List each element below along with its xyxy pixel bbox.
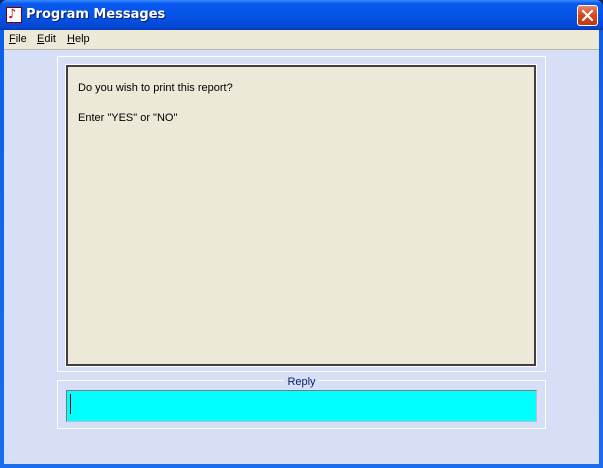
client-area: File Edit Help Do you wish to print this… [4, 30, 599, 464]
reply-label-text: Reply [284, 376, 319, 388]
menu-edit-rest: dit [44, 33, 56, 45]
reply-frame: Reply [57, 376, 546, 429]
reply-label: Reply [58, 376, 545, 388]
message-line-1: Do you wish to print this report? [78, 82, 233, 94]
menu-file[interactable]: File [9, 33, 27, 45]
menu-bar: File Edit Help [4, 30, 599, 50]
message-line-2: Enter "YES" or "NO" [78, 112, 178, 124]
message-box: Do you wish to print this report? Enter … [65, 64, 537, 367]
program-messages-window: ♪ Program Messages File Edit Help Do you… [0, 0, 603, 468]
menu-help-rest: elp [74, 33, 90, 45]
message-frame: Do you wish to print this report? Enter … [57, 56, 546, 372]
text-caret [70, 394, 71, 414]
reply-input[interactable] [66, 390, 537, 422]
menu-file-rest: ile [15, 33, 27, 45]
title-bar[interactable]: ♪ Program Messages [0, 0, 603, 30]
app-icon[interactable]: ♪ [6, 7, 22, 23]
menu-file-accel: F [9, 33, 16, 45]
menu-edit[interactable]: Edit [37, 33, 56, 45]
menu-help[interactable]: Help [67, 33, 90, 45]
close-icon [582, 10, 593, 21]
window-title: Program Messages [26, 7, 166, 22]
menu-help-accel: H [67, 33, 75, 45]
close-button[interactable] [577, 5, 598, 26]
app-icon-glyph: ♪ [8, 7, 17, 22]
